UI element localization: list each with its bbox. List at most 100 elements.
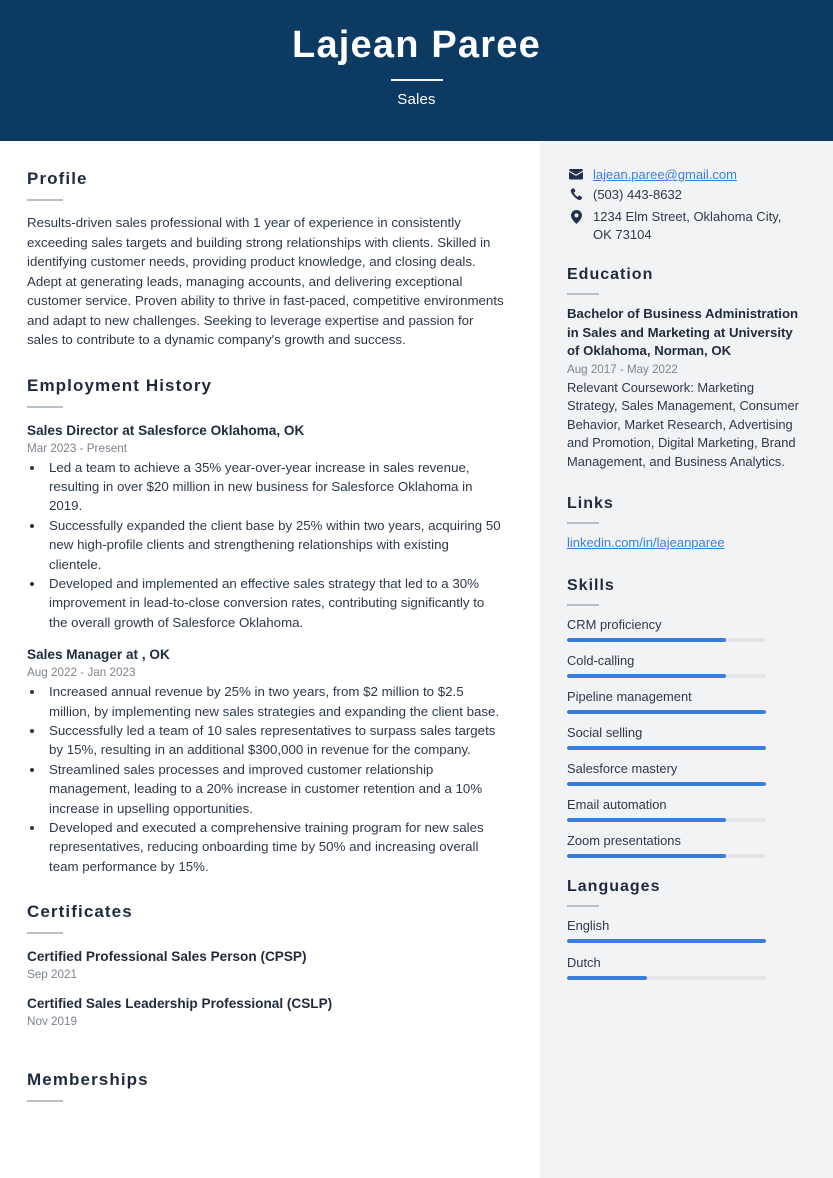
section-divider (567, 522, 599, 524)
skill-item-label: Social selling (567, 725, 643, 740)
languages-list: English Dutch (567, 917, 805, 980)
email-icon (567, 167, 585, 180)
education-heading: Education (567, 266, 654, 283)
list-item: Led a team to achieve a 35% year-over-ye… (45, 458, 504, 516)
languages-heading: Languages (567, 878, 661, 895)
skills-heading: Skills (567, 577, 615, 594)
employment-heading: Employment History (27, 375, 213, 395)
skill-item-meter-fill (567, 746, 766, 750)
employment-job-title: Sales Manager at , OK (27, 647, 170, 663)
phone-icon (567, 186, 585, 201)
skill-item-meter-fill (567, 710, 766, 714)
language-item-meter-fill (567, 976, 647, 980)
certificates-heading: Certificates (27, 902, 133, 922)
language-item: English (567, 917, 805, 943)
employment-entry: Sales Manager at , OK Aug 2022 - Jan 202… (27, 646, 504, 876)
employment-dates: Aug 2022 - Jan 2023 (27, 666, 136, 680)
resume-page: Lajean Paree Sales Profile Results-drive… (0, 0, 833, 1178)
list-item: Successfully led a team of 10 sales repr… (45, 721, 504, 760)
skill-item-meter (567, 710, 766, 714)
profile-text: Results-driven sales professional with 1… (27, 215, 504, 347)
section-profile: Profile Results-driven sales professiona… (27, 169, 504, 350)
language-item-meter (567, 939, 766, 943)
section-certificates: Certificates Certified Professional Sale… (27, 902, 504, 1028)
skill-item-meter-fill (567, 818, 727, 822)
phone-number: (503) 443-8632 (593, 187, 682, 202)
resume-body: Profile Results-driven sales professiona… (0, 141, 833, 1178)
section-divider (27, 405, 63, 408)
skill-item: Salesforce mastery (567, 760, 805, 786)
list-item: Successfully expanded the client base by… (45, 516, 504, 574)
sidebar-column: lajean.paree@gmail.com (503) 443-8632 12… (540, 141, 833, 1178)
skill-item-label: Salesforce mastery (567, 761, 678, 776)
links-heading: Links (567, 495, 614, 512)
contact-row-email: lajean.paree@gmail.com (567, 167, 805, 182)
page-title: Lajean Paree (292, 24, 541, 66)
section-divider (567, 604, 599, 606)
list-item: Increased annual revenue by 25% in two y… (45, 682, 504, 721)
skill-item: Zoom presentations (567, 832, 805, 858)
skill-item-label: Email automation (567, 797, 667, 812)
section-languages: Languages English Dutch (567, 878, 805, 980)
section-divider (567, 905, 599, 907)
certificate-entry: Certified Professional Sales Person (CPS… (27, 948, 504, 981)
skill-item-meter-fill (567, 674, 727, 678)
certificate-date: Sep 2021 (27, 968, 78, 982)
section-divider (27, 932, 63, 935)
employment-bullets: Led a team to achieve a 35% year-over-ye… (45, 458, 504, 633)
language-item-meter-fill (567, 939, 766, 943)
section-education: Education Bachelor of Business Administr… (567, 266, 805, 471)
list-item: Developed and implemented an effective s… (45, 574, 504, 632)
certificate-title: Certified Professional Sales Person (CPS… (27, 949, 307, 965)
section-memberships: Memberships (27, 1070, 504, 1103)
skill-item: Pipeline management (567, 688, 805, 714)
language-item-meter (567, 976, 766, 980)
contact-row-location: 1234 Elm Street, Oklahoma City, OK 73104 (567, 208, 805, 244)
skill-item-meter (567, 854, 766, 858)
section-employment-history: Employment History Sales Director at Sal… (27, 376, 504, 877)
skill-item-meter (567, 818, 766, 822)
skill-item-label: Zoom presentations (567, 833, 681, 848)
language-item-label: Dutch (567, 955, 601, 970)
header-divider (390, 79, 443, 81)
certificate-title: Certified Sales Leadership Professional … (27, 996, 333, 1012)
employment-entry: Sales Director at Salesforce Oklahoma, O… (27, 422, 504, 633)
section-divider (27, 199, 63, 201)
skill-item-meter (567, 746, 766, 750)
skill-item-meter (567, 782, 766, 786)
skill-item-meter-fill (567, 638, 727, 642)
list-item: Developed and executed a comprehensive t… (45, 818, 504, 876)
skill-item: CRM proficiency (567, 616, 805, 642)
certificate-date: Nov 2019 (27, 1015, 78, 1029)
certificate-entry: Certified Sales Leadership Professional … (27, 995, 504, 1028)
linkedin-link[interactable]: linkedin.com/in/lajeanparee (567, 535, 725, 550)
education-dates: Aug 2017 - May 2022 (567, 362, 678, 376)
address-text: 1234 Elm Street, Oklahoma City, OK 73104 (593, 209, 782, 242)
language-item: Dutch (567, 954, 805, 980)
employment-job-title: Sales Director at Salesforce Oklahoma, O… (27, 422, 305, 438)
contact-row-phone: (503) 443-8632 (567, 186, 805, 204)
section-divider (567, 293, 599, 295)
skill-item-meter-fill (567, 782, 766, 786)
section-divider (27, 1100, 63, 1103)
list-item: Streamlined sales processes and improved… (45, 760, 504, 818)
skill-item: Email automation (567, 796, 805, 822)
skill-item: Social selling (567, 724, 805, 750)
section-skills: Skills CRM proficiency Cold-calling Pipeli… (567, 577, 805, 858)
skill-item-label: Pipeline management (567, 689, 692, 704)
profile-heading: Profile (27, 169, 88, 188)
header-subtitle: Sales (397, 91, 436, 108)
email-link[interactable]: lajean.paree@gmail.com (593, 167, 737, 182)
skill-item-meter-fill (567, 854, 727, 858)
skill-item-meter (567, 638, 766, 642)
contact-block: lajean.paree@gmail.com (503) 443-8632 12… (567, 167, 805, 244)
location-icon (567, 208, 585, 224)
skill-item: Cold-calling (567, 652, 805, 678)
skills-list: CRM proficiency Cold-calling Pipeline mana… (567, 616, 805, 858)
section-links: Links linkedin.com/in/lajeanparee (567, 495, 805, 552)
main-column: Profile Results-driven sales professiona… (0, 141, 540, 1178)
education-description: Relevant Coursework: Marketing Strategy,… (567, 379, 799, 469)
employment-bullets: Increased annual revenue by 25% in two y… (45, 682, 504, 876)
skill-item-label: CRM proficiency (567, 617, 662, 632)
resume-header: Lajean Paree Sales (0, 0, 833, 141)
